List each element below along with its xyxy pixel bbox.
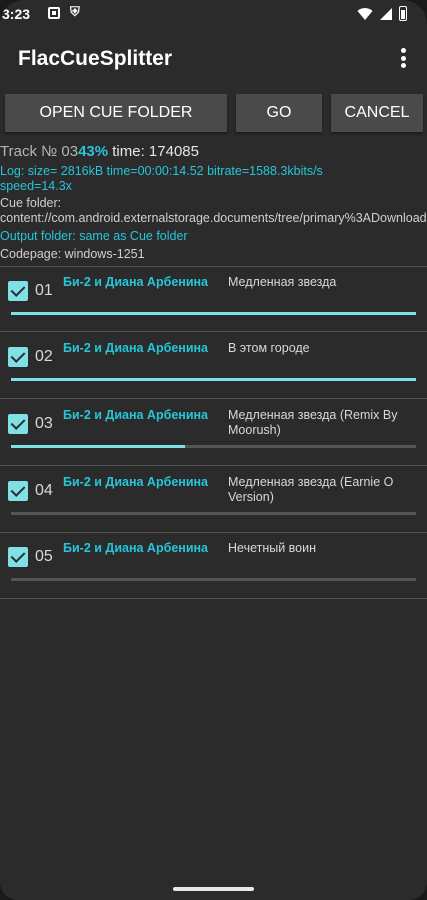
track-title: Медленная звезда (Remix By Moorush): [228, 408, 398, 437]
track-title: Нечетный воин: [228, 541, 317, 555]
track-progress-bar: [11, 378, 416, 381]
log-line: Log: size= 2816kB time=00:00:14.52 bitra…: [0, 164, 323, 193]
track-artist: Би-2 и Диана Арбенина: [63, 275, 209, 289]
codepage: Codepage: windows-1251: [0, 247, 145, 261]
track-checkbox[interactable]: [8, 281, 28, 301]
shield-icon: ⛨: [70, 4, 80, 19]
track-progress-bar: [11, 445, 416, 448]
wifi-icon: [357, 7, 373, 20]
track-artist: Би-2 и Диана Арбенина: [63, 341, 209, 355]
track-number: 03: [35, 415, 53, 432]
home-indicator[interactable]: [173, 887, 254, 891]
track-progress-bar: [11, 312, 416, 315]
track-number: 02: [35, 348, 53, 365]
track-number-label: Track № 03: [0, 143, 79, 160]
track-progress-bar: [11, 512, 416, 515]
track-artist: Би-2 и Диана Арбенина: [63, 475, 209, 489]
go-button[interactable]: GO: [236, 94, 322, 132]
open-cue-folder-button[interactable]: OPEN CUE FOLDER: [5, 94, 227, 132]
status-time: 3:23: [2, 6, 31, 22]
track-checkbox[interactable]: [8, 347, 28, 367]
track-row[interactable]: 03 Би-2 и Диана Арбенина Медленная звезд…: [0, 400, 427, 466]
track-artist: Би-2 и Диана Арбенина: [63, 541, 209, 555]
track-title: В этом городе: [228, 341, 310, 355]
battery-icon: [399, 6, 407, 21]
cue-folder-path: Cue folder: content://com.android.extern…: [0, 196, 427, 225]
overflow-menu-icon[interactable]: [393, 46, 413, 70]
progress-percent: 43%: [78, 143, 109, 160]
track-artist: Би-2 и Диана Арбенина: [63, 408, 209, 422]
track-row[interactable]: 02 Би-2 и Диана Арбенина В этом городе: [0, 333, 427, 399]
app-bar: FlacCueSplitter: [0, 30, 427, 86]
status-bar: 3:23 ⛨: [0, 0, 427, 30]
track-row[interactable]: 01 Би-2 и Диана Арбенина Медленная звезд…: [0, 266, 427, 332]
track-checkbox[interactable]: [8, 414, 28, 434]
signal-icon: [380, 7, 392, 20]
track-row[interactable]: 04 Би-2 и Диана Арбенина Медленная звезд…: [0, 467, 427, 533]
track-title: Медленная звезда: [228, 275, 337, 289]
track-number: 05: [35, 548, 53, 565]
track-checkbox[interactable]: [8, 547, 28, 567]
track-number: 04: [35, 482, 53, 499]
track-progress-bar: [11, 578, 416, 581]
cancel-button[interactable]: CANCEL: [331, 94, 423, 132]
app-title: FlacCueSplitter: [18, 47, 173, 70]
track-checkbox[interactable]: [8, 481, 28, 501]
track-progress-fill: [11, 312, 416, 315]
track-progress-fill: [11, 378, 416, 381]
track-status: Track № 0343% time: 174085: [0, 142, 199, 162]
status-icons: [357, 6, 407, 21]
output-folder: Output folder: same as Cue folder: [0, 229, 188, 243]
track-progress-fill: [11, 445, 186, 448]
app-screen: 3:23 ⛨ FlacCueSplitter OPEN CUE FOLDER G…: [0, 0, 427, 900]
time-label: time: 174085: [108, 143, 199, 160]
track-number: 01: [35, 282, 53, 299]
notification-icon: [48, 7, 60, 19]
track-row[interactable]: 05 Би-2 и Диана Арбенина Нечетный воин: [0, 533, 427, 599]
track-title: Медленная звезда (Earnie O Version): [228, 475, 394, 504]
